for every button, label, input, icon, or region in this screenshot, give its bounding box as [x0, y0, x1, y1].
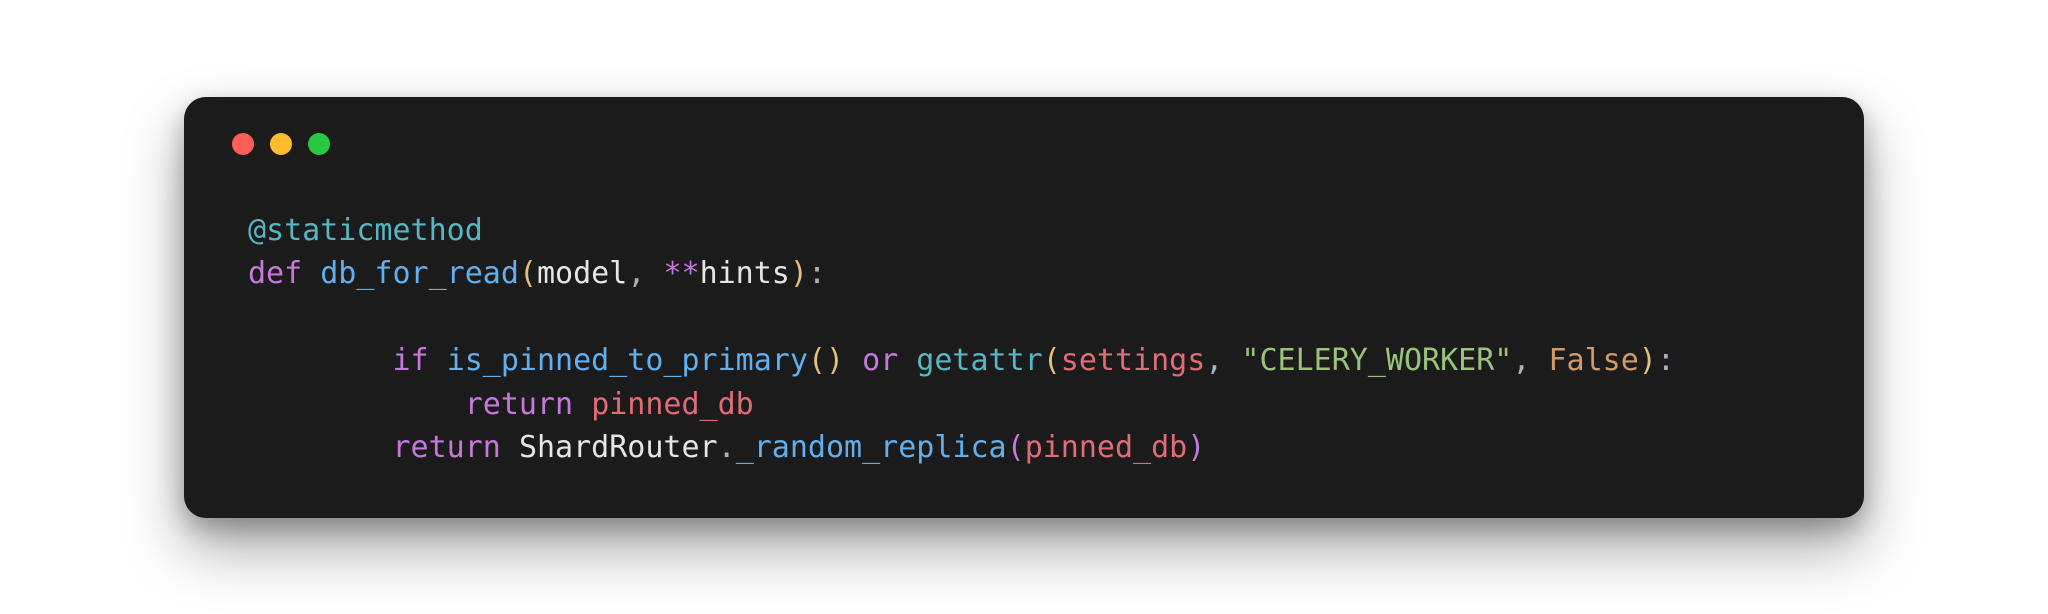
- colon: :: [1657, 343, 1675, 378]
- space: [898, 343, 916, 378]
- colon: :: [808, 256, 826, 291]
- param-hints: hints: [700, 256, 790, 291]
- lparen: (: [519, 256, 537, 291]
- dot: .: [718, 430, 736, 465]
- const-false: False: [1548, 343, 1638, 378]
- space: [501, 430, 519, 465]
- rparen: ): [790, 256, 808, 291]
- indent: [248, 387, 465, 422]
- param-model: model: [537, 256, 627, 291]
- traffic-lights: [232, 133, 1820, 155]
- space: [302, 256, 320, 291]
- ident-settings: settings: [1061, 343, 1206, 378]
- space: [429, 343, 447, 378]
- maximize-icon: [308, 133, 330, 155]
- call-is-pinned: is_pinned_to_primary: [447, 343, 808, 378]
- method-random-replica: _random_replica: [736, 430, 1007, 465]
- space: [573, 387, 591, 422]
- func-name: db_for_read: [320, 256, 519, 291]
- starstar: **: [663, 256, 699, 291]
- comma: ,: [1205, 343, 1241, 378]
- lparen: (: [808, 343, 826, 378]
- indent: [248, 430, 393, 465]
- lparen: (: [1043, 343, 1061, 378]
- kw-if: if: [393, 343, 429, 378]
- minimize-icon: [270, 133, 292, 155]
- ident-pinned-db: pinned_db: [1025, 430, 1188, 465]
- rparen: ): [826, 343, 844, 378]
- kw-return: return: [393, 430, 501, 465]
- lparen: (: [1007, 430, 1025, 465]
- code-window: @staticmethod def db_for_read(model, **h…: [184, 97, 1864, 518]
- cls-shardrouter: ShardRouter: [519, 430, 718, 465]
- ident-pinned-db: pinned_db: [591, 387, 754, 422]
- comma: ,: [627, 256, 663, 291]
- rparen: ): [1187, 430, 1205, 465]
- kw-or: or: [862, 343, 898, 378]
- code-block: @staticmethod def db_for_read(model, **h…: [248, 209, 1820, 470]
- kw-return: return: [465, 387, 573, 422]
- string-celery: "CELERY_WORKER": [1241, 343, 1512, 378]
- decorator-at: @: [248, 213, 266, 248]
- indent: [248, 343, 393, 378]
- builtin-getattr: getattr: [916, 343, 1042, 378]
- decorator-name: staticmethod: [266, 213, 483, 248]
- comma: ,: [1512, 343, 1548, 378]
- space: [844, 343, 862, 378]
- close-icon: [232, 133, 254, 155]
- rparen: ): [1639, 343, 1657, 378]
- kw-def: def: [248, 256, 302, 291]
